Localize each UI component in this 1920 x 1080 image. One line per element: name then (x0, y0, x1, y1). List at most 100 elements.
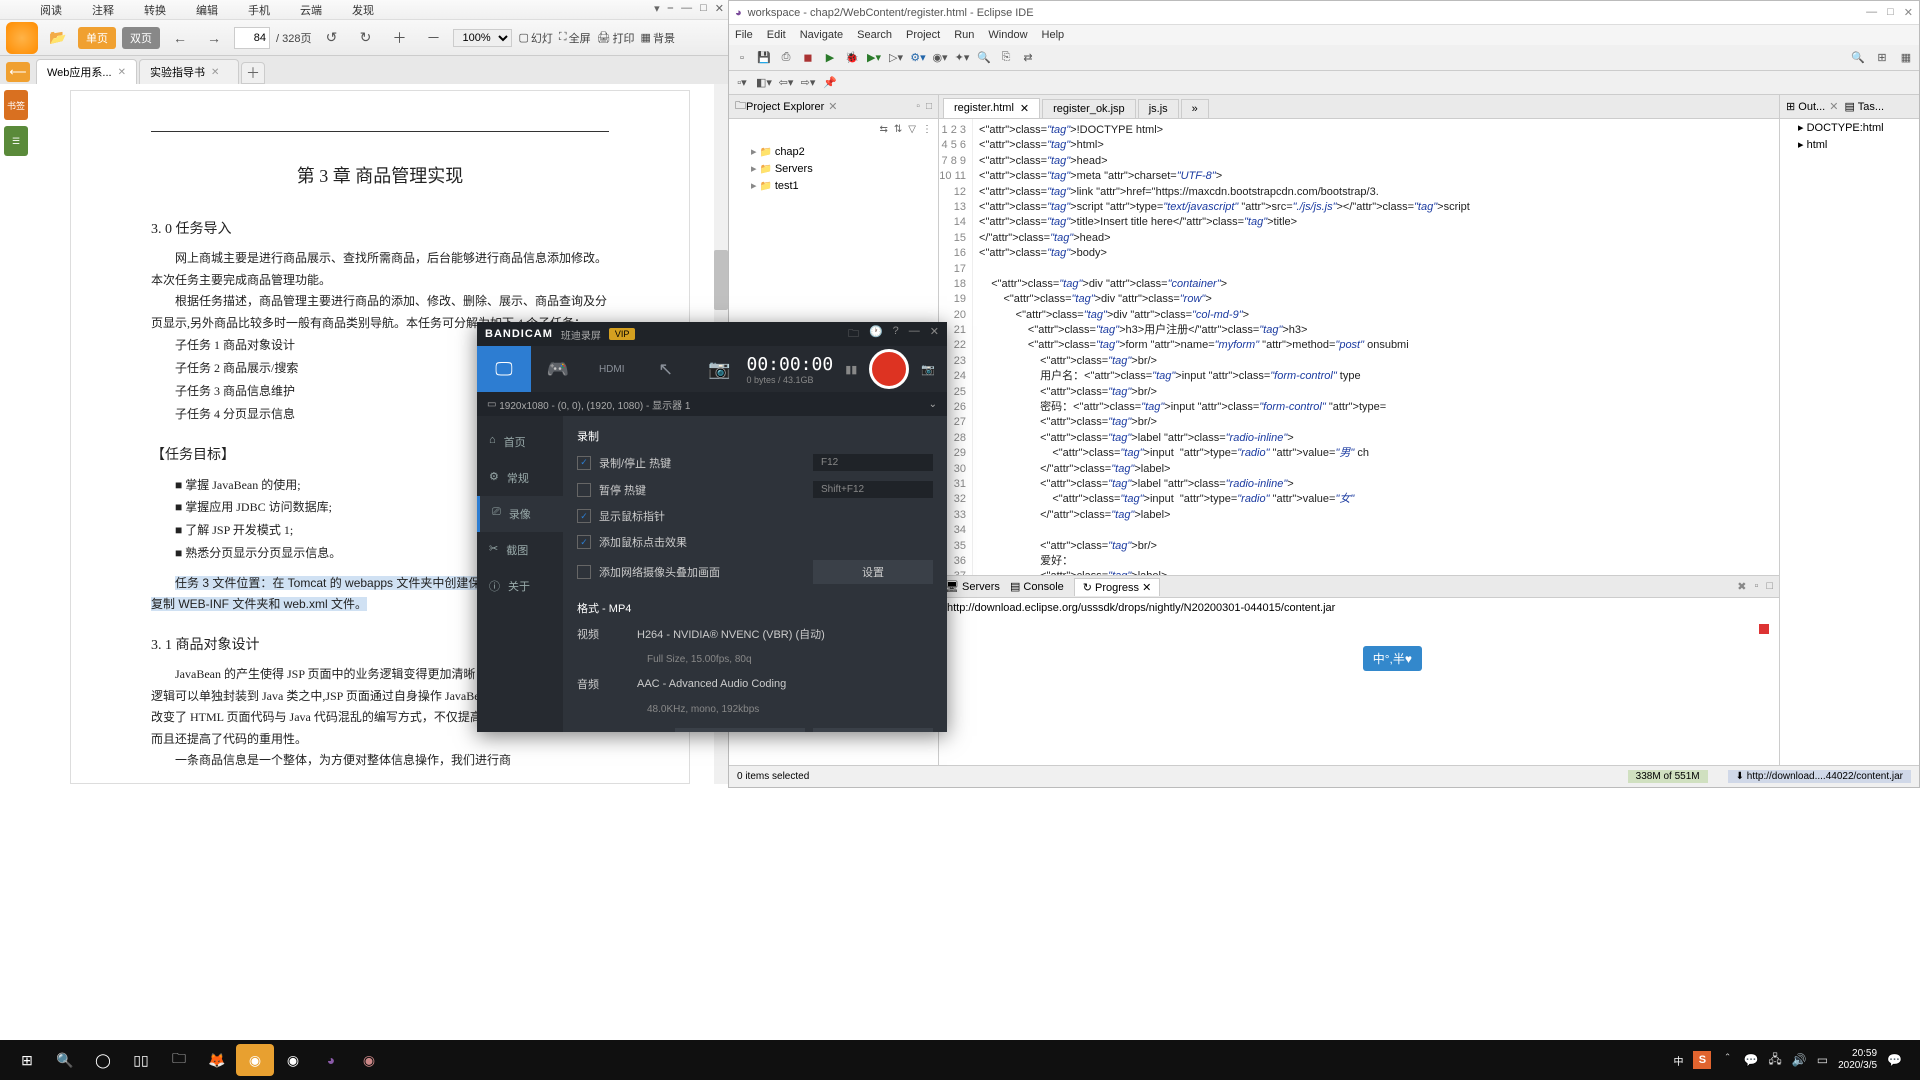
scrollbar-thumb[interactable] (714, 250, 728, 310)
maximize-icon[interactable]: □ (700, 2, 707, 15)
bandicam-taskbar-icon[interactable]: ◉ (274, 1044, 312, 1076)
help-icon[interactable]: ? (893, 325, 899, 344)
stop-icon[interactable]: ◼ (799, 49, 817, 67)
next-page-icon[interactable]: → (200, 24, 228, 52)
menu-file[interactable]: File (735, 29, 753, 41)
menu-cloud[interactable]: 云端 (300, 2, 322, 18)
menu-run[interactable]: Run (954, 29, 974, 41)
back-icon[interactable]: ⇦▾ (777, 74, 795, 92)
pin-icon[interactable]: ⎯ (668, 2, 674, 15)
mode-cursor-icon[interactable]: ↖ (639, 346, 693, 392)
pin-icon[interactable]: 📌 (821, 74, 839, 92)
tree-item-servers[interactable]: Servers (737, 160, 930, 177)
ext-tools-icon[interactable]: ⚙▾ (909, 49, 927, 67)
slideshow-button[interactable]: ▢ 幻灯 (518, 30, 552, 46)
clock[interactable]: 20:59 2020/3/5 (1838, 1048, 1877, 1072)
checkbox[interactable] (577, 565, 591, 579)
nav-home[interactable]: ⌂首页 (477, 424, 563, 460)
tree-item-test1[interactable]: test1 (737, 177, 930, 194)
tasks-title[interactable]: ▤ Tas... (1845, 100, 1885, 113)
cortana-icon[interactable]: ▯▯ (122, 1044, 160, 1076)
menu-search[interactable]: Search (857, 29, 892, 41)
nav-video[interactable]: ⎚录像 (477, 496, 563, 532)
close-icon[interactable]: ✕ (1904, 6, 1913, 19)
maximize-icon[interactable]: □ (1887, 6, 1894, 19)
minimize-icon[interactable]: ▫ (1754, 580, 1758, 593)
ime-indicator[interactable]: 中°,半♥ (1363, 646, 1422, 671)
tb-icon[interactable]: ▫▾ (733, 74, 751, 92)
clock-icon[interactable]: 🕐 (869, 325, 883, 344)
menu-mobile[interactable]: 手机 (248, 2, 270, 18)
chevron-down-icon[interactable]: ⌄ (929, 399, 937, 410)
debug-icon[interactable]: 🐞 (843, 49, 861, 67)
checkbox[interactable] (577, 483, 591, 497)
menu-discover[interactable]: 发现 (352, 2, 374, 18)
tab-guide[interactable]: 实验指导书✕ (139, 59, 239, 84)
zoom-out-icon[interactable]: － (419, 24, 447, 52)
link-icon[interactable]: ⇅ (894, 124, 902, 135)
nav-about[interactable]: ⓘ关于 (477, 568, 563, 604)
hotkey-field[interactable]: Shift+F12 (813, 481, 933, 498)
camera-icon[interactable]: 📷 (921, 363, 935, 376)
close-icon[interactable]: ✕ (1020, 102, 1029, 115)
battery-icon[interactable]: ▭ (1817, 1053, 1828, 1067)
zoom-in-icon[interactable]: ＋ (385, 24, 413, 52)
nav-image[interactable]: ✂截图 (477, 532, 563, 568)
tab-servers[interactable]: 🖥 Servers (945, 580, 1000, 593)
run-icon[interactable]: ▶ (821, 49, 839, 67)
explorer-icon[interactable]: 🗀 (160, 1044, 198, 1076)
menu-project[interactable]: Project (906, 29, 940, 41)
menu-help[interactable]: Help (1042, 29, 1065, 41)
tb-icon[interactable]: ◧▾ (755, 74, 773, 92)
rotate-right-icon[interactable]: ↻ (351, 24, 379, 52)
notifications-icon[interactable]: 💬 (1887, 1053, 1902, 1067)
save-icon[interactable]: 💾 (755, 49, 773, 67)
pdf-app-icon[interactable]: ◉ (236, 1044, 274, 1076)
tab-close-icon[interactable]: ✕ (118, 67, 126, 78)
stop-progress-icon[interactable] (1759, 624, 1769, 634)
menu-edit[interactable]: Edit (767, 29, 786, 41)
remove-all-icon[interactable]: ✖ (1737, 580, 1746, 593)
network-icon[interactable]: 🖧 (1768, 1050, 1781, 1071)
close-icon[interactable]: ✕ (715, 2, 724, 15)
wechat-icon[interactable]: 💬 (1743, 1053, 1758, 1067)
task-view-icon[interactable]: ◯ (84, 1044, 122, 1076)
checkbox[interactable] (577, 509, 591, 523)
display-info[interactable]: ▭ 1920x1080 - (0, 0), (1920, 1080) - 显示器… (477, 392, 947, 416)
double-page-button[interactable]: 双页 (122, 27, 160, 49)
run-drop-icon[interactable]: ▶▾ (865, 49, 883, 67)
chevron-up-icon[interactable]: ＾ (1721, 1052, 1733, 1069)
prev-page-icon[interactable]: ← (166, 24, 194, 52)
print-button[interactable]: 🖨 打印 (597, 30, 635, 46)
download-indicator[interactable]: ⬇ http://download....44022/content.jar (1728, 770, 1911, 783)
new-wizard-icon[interactable]: ✦▾ (953, 49, 971, 67)
start-button[interactable]: ⊞ (8, 1044, 46, 1076)
menu-read[interactable]: 阅读 (40, 2, 62, 18)
new-server-icon[interactable]: ◉▾ (931, 49, 949, 67)
tab-web-app[interactable]: Web应用系...✕ (36, 59, 137, 84)
menu-edit[interactable]: 编辑 (196, 2, 218, 18)
minimize-icon[interactable]: — (909, 325, 920, 344)
outline-icon[interactable]: ☰ (4, 126, 28, 156)
tab-home-icon[interactable]: ⟵ (6, 62, 30, 82)
outline-item[interactable]: ▸ DOCTYPE:html (1780, 119, 1919, 136)
tab-console[interactable]: ▤ Console (1010, 580, 1064, 593)
record-button[interactable] (869, 349, 909, 389)
preset-button[interactable]: 预置 ▾ (675, 728, 805, 732)
outline-item[interactable]: ▸ html (1780, 136, 1919, 153)
close-icon[interactable]: ✕ (1829, 100, 1838, 113)
maximize-view-icon[interactable]: □ (926, 101, 932, 112)
settings-button[interactable]: 设置 (813, 728, 933, 732)
open-type-icon[interactable]: ⎘ (997, 49, 1015, 67)
nav-general[interactable]: ⚙常规 (477, 460, 563, 496)
tree-item-chap2[interactable]: chap2 (737, 143, 930, 160)
collapse-icon[interactable]: ⇆ (880, 124, 888, 135)
maximize-icon[interactable]: □ (1766, 580, 1773, 593)
bookmark-icon[interactable]: 书签 (4, 90, 28, 120)
close-icon[interactable]: ✕ (930, 325, 939, 344)
mode-screen-icon[interactable]: 🖵 (477, 346, 531, 392)
fullscreen-button[interactable]: ⛶ 全屏 (559, 30, 591, 46)
settings-button[interactable]: 设置 (813, 560, 933, 584)
firefox-icon[interactable]: 🦊 (198, 1044, 236, 1076)
tab-register-ok-jsp[interactable]: register_ok.jsp (1042, 99, 1136, 118)
